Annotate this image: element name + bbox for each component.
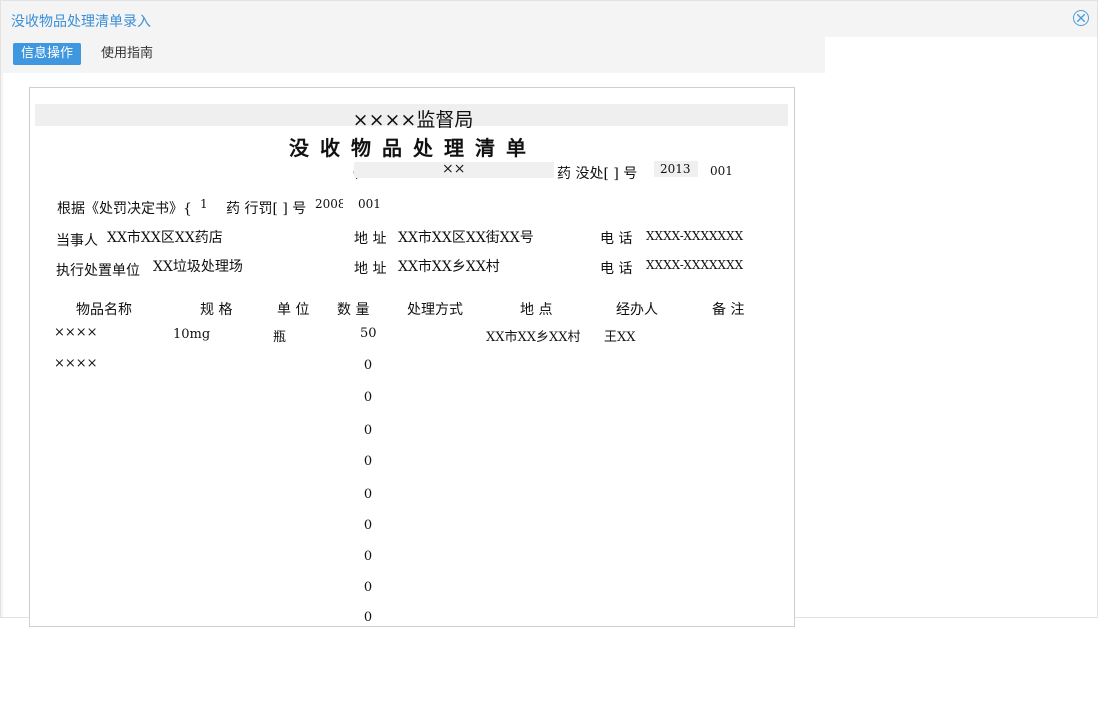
executor-value[interactable]: XX垃圾处理场 (153, 256, 243, 276)
row5-qty[interactable]: 0 (360, 454, 376, 469)
executor-label: 执行处置单位 (56, 263, 140, 279)
address2-label: 地 址 (354, 261, 387, 277)
serial-value: 001 (710, 164, 733, 178)
col-item-name: 物品名称 (76, 302, 132, 318)
basis-prefix: 根据《处罚决定书》{ (57, 201, 192, 217)
close-icon[interactable] (1073, 10, 1089, 26)
dialog-window: 没收物品处理清单录入 信息操作 使用指南 ××××监督局 没收物品处理清单 （ … (0, 0, 1098, 627)
row8-qty[interactable]: 0 (360, 549, 376, 564)
col-handler: 经办人 (616, 302, 658, 318)
phone1-value[interactable]: XXXX-XXXXXXX (646, 229, 743, 243)
row10-qty[interactable]: 0 (360, 610, 376, 625)
phone2-value[interactable]: XXXX-XXXXXXX (646, 258, 743, 272)
address2-value[interactable]: XX市XX乡XX村 (398, 256, 500, 276)
area-value: ×× (442, 161, 466, 177)
row1-qty[interactable]: 50 (360, 326, 377, 341)
number-mid-text: 药 没处[ ] 号 (557, 166, 638, 182)
document-title: 没收物品处理清单 (289, 136, 537, 160)
row1-place[interactable]: XX市XX乡XX村 (486, 326, 581, 345)
phone2-label: 电 话 (600, 261, 633, 277)
tab-info-operation[interactable]: 信息操作 (13, 43, 82, 65)
col-note: 备 注 (712, 302, 745, 318)
basis-year: 2008 (315, 197, 343, 211)
tab-usage-guide[interactable]: 使用指南 (93, 43, 161, 65)
party-value[interactable]: XX市XX区XX药店 (107, 227, 223, 247)
title-bar: 没收物品处理清单录入 (1, 1, 1097, 37)
window-title: 没收物品处理清单录入 (11, 14, 151, 30)
basis-num1: 1 (200, 197, 208, 211)
row2-name[interactable]: ×××× (54, 356, 98, 371)
row2-qty[interactable]: 0 (360, 358, 376, 373)
basis-serial: 001 (358, 197, 381, 211)
col-unit: 单 位 (277, 302, 310, 318)
form-sheet: ××××监督局 没收物品处理清单 （ ×× 药 没处[ ] 号 2013 001… (29, 87, 795, 627)
bureau-name: ××××监督局 (352, 109, 474, 131)
row6-qty[interactable]: 0 (360, 487, 376, 502)
col-method: 处理方式 (407, 302, 463, 318)
row1-handler[interactable]: 王XX (604, 326, 636, 345)
basis-mid: 药 行罚[ ] 号 (226, 201, 307, 217)
row1-name[interactable]: ×××× (54, 325, 98, 340)
phone1-label: 电 话 (600, 231, 633, 247)
year-value: 2013 (660, 162, 691, 176)
col-quantity: 数 量 (337, 302, 370, 318)
row4-qty[interactable]: 0 (360, 423, 376, 438)
col-spec: 规 格 (200, 302, 233, 318)
col-place: 地 点 (520, 302, 553, 318)
row3-qty[interactable]: 0 (360, 390, 376, 405)
basis-year-field[interactable]: 2008 (303, 196, 343, 212)
row7-qty[interactable]: 0 (360, 518, 376, 533)
party-label: 当事人 (56, 233, 98, 249)
row1-spec[interactable]: 10mg (173, 327, 210, 342)
row9-qty[interactable]: 0 (360, 580, 376, 595)
row1-unit[interactable]: 瓶 (273, 326, 286, 345)
right-pane (825, 37, 1097, 617)
address1-label: 地 址 (354, 231, 387, 247)
address1-value[interactable]: XX市XX区XX街XX号 (398, 227, 534, 247)
